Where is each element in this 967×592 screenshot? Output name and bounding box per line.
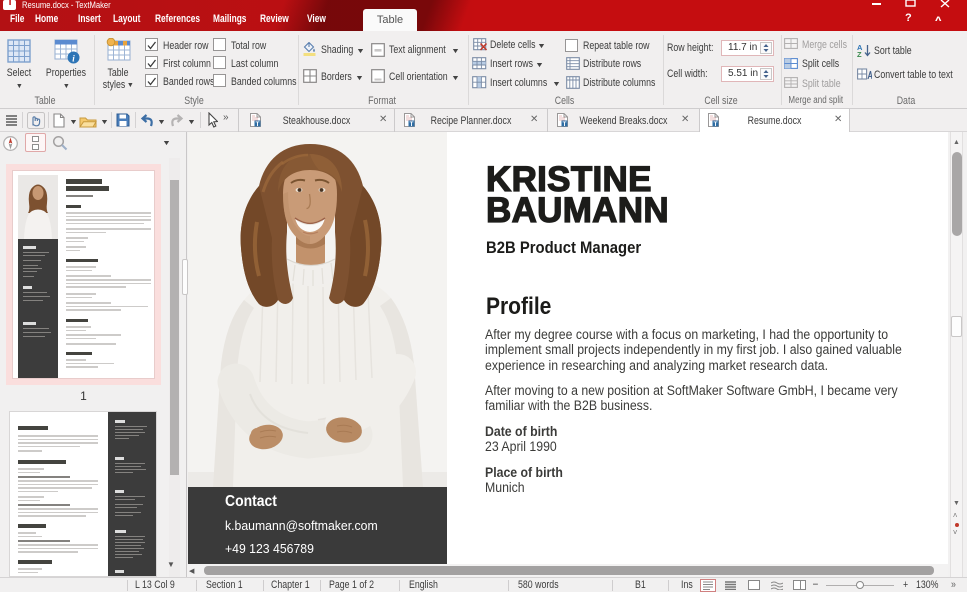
svg-text:Z: Z xyxy=(857,50,862,57)
